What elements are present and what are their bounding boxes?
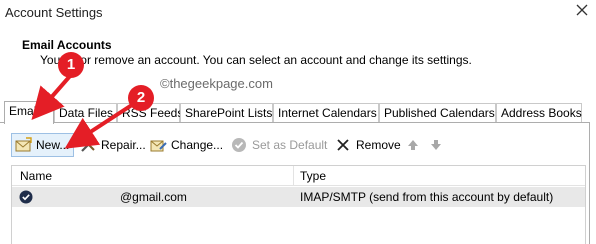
- tab-internet-calendars[interactable]: Internet Calendars: [273, 103, 379, 123]
- set-default-button-label: Set as Default: [252, 138, 328, 152]
- change-button-label: Change...: [171, 138, 224, 152]
- tab-strip: Email Data Files RSS Feeds SharePoint Li…: [0, 101, 596, 124]
- remove-button[interactable]: Remove: [335, 132, 401, 158]
- column-header-type[interactable]: Type: [300, 169, 326, 183]
- new-mail-icon: [15, 137, 32, 152]
- change-account-icon: [150, 140, 167, 152]
- set-default-button[interactable]: Set as Default: [231, 132, 327, 158]
- arrow-up-icon: [408, 140, 418, 150]
- close-icon[interactable]: [574, 2, 590, 18]
- table-row[interactable]: @gmail.com IMAP/SMTP (send from this acc…: [12, 187, 585, 207]
- move-down-button[interactable]: [428, 132, 449, 158]
- column-header-name[interactable]: Name: [20, 169, 52, 183]
- check-circle-icon: [232, 138, 246, 152]
- step-badge-2: 2: [128, 85, 154, 111]
- default-account-check-icon: [19, 190, 33, 204]
- table-header: Name Type: [12, 166, 585, 186]
- window-title: Account Settings: [5, 5, 103, 20]
- tools-icon: [81, 137, 96, 152]
- tab-data-files[interactable]: Data Files: [54, 103, 117, 123]
- column-divider: [293, 166, 294, 186]
- arrow-down-icon: [431, 140, 441, 150]
- remove-button-label: Remove: [356, 138, 401, 152]
- tab-address-books[interactable]: Address Books: [496, 103, 582, 123]
- change-button[interactable]: Change...: [150, 132, 223, 158]
- tab-published-calendars[interactable]: Published Calendars: [379, 103, 496, 123]
- move-up-button[interactable]: [405, 132, 426, 158]
- account-type: IMAP/SMTP (send from this account by def…: [300, 190, 554, 204]
- repair-button[interactable]: Repair...: [80, 132, 146, 158]
- account-name: @gmail.com: [120, 190, 187, 204]
- tab-sharepoint-lists[interactable]: SharePoint Lists: [180, 103, 273, 123]
- section-title: Email Accounts: [22, 38, 112, 52]
- step-badge-1: 1: [58, 52, 84, 78]
- tab-divider: [0, 122, 590, 123]
- section-description: You dd or remove an account. You can sel…: [40, 53, 472, 67]
- watermark: ©thegeekpage.com: [160, 76, 273, 91]
- new-button-label: New...: [36, 138, 70, 152]
- repair-button-label: Repair...: [101, 138, 146, 152]
- remove-x-icon: [337, 139, 349, 151]
- toolbar: New... Repair... Change... Set as Defaul…: [0, 132, 590, 158]
- new-button[interactable]: New...: [11, 133, 75, 157]
- accounts-table: Name Type @gmail.com IMAP/SMTP (send fro…: [11, 165, 586, 244]
- tab-email[interactable]: Email: [4, 101, 54, 124]
- title-bar: Account Settings: [0, 0, 596, 26]
